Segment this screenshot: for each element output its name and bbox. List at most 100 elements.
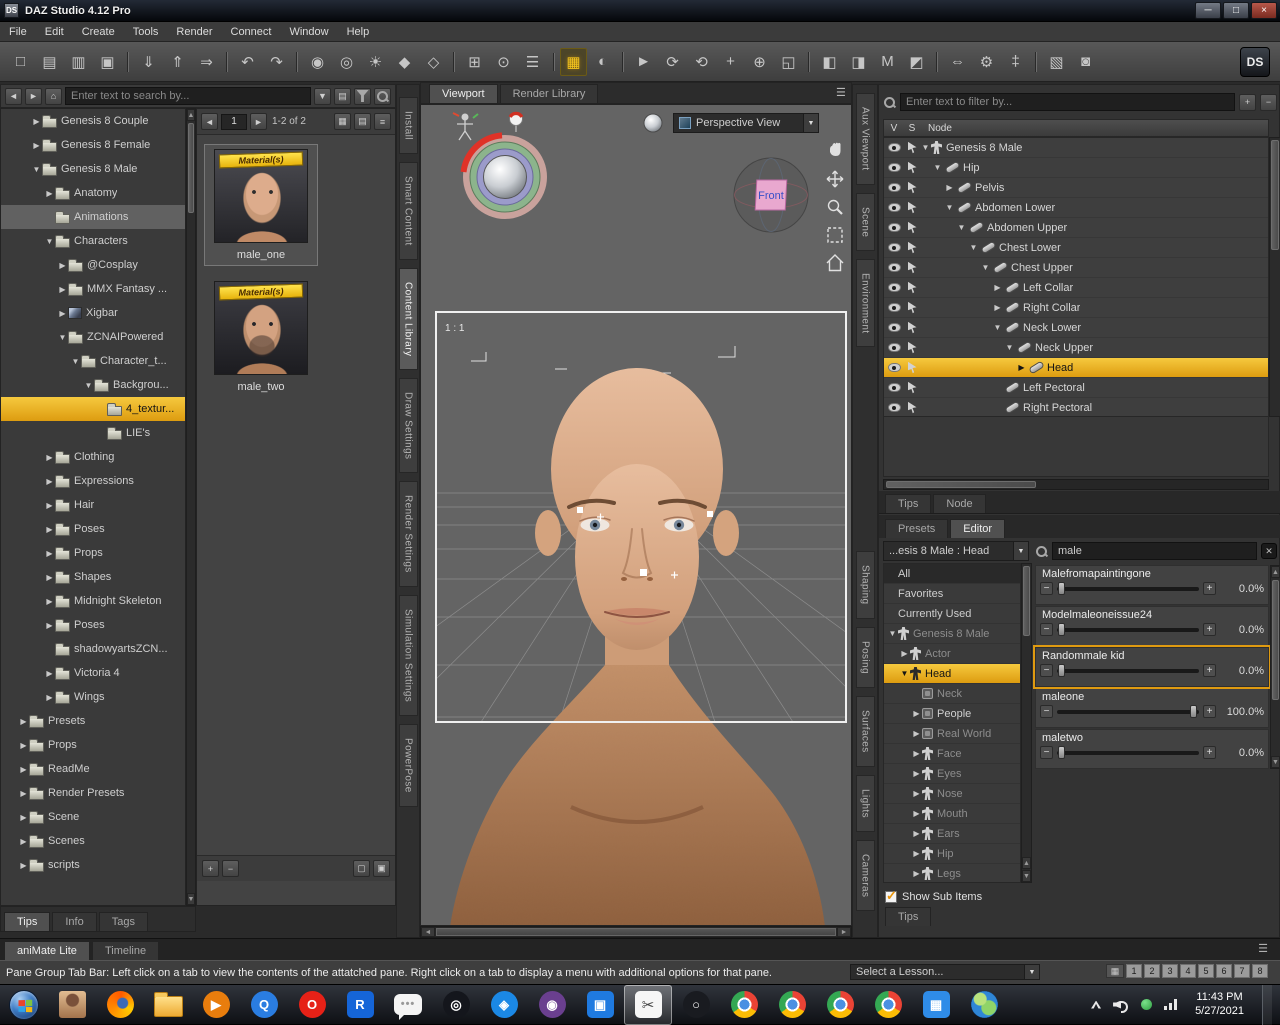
content-tree-item[interactable]: Props [1, 541, 185, 565]
parameter-search-input[interactable] [1052, 542, 1257, 560]
content-tree-item[interactable]: MMX Fantasy ... [1, 277, 185, 301]
taskbar-folder[interactable] [144, 985, 192, 1025]
large-view-icon[interactable]: ▤ [354, 113, 371, 130]
expand-arrow[interactable] [18, 861, 29, 870]
expand-arrow[interactable] [911, 709, 922, 718]
chevron-down-icon[interactable] [803, 114, 818, 132]
visibility-eye-icon[interactable] [887, 323, 901, 332]
selection-pointer-icon[interactable] [907, 401, 917, 414]
open-recent-icon[interactable]: ▥ [65, 48, 92, 76]
content-tree-item[interactable]: Render Presets [1, 781, 185, 805]
pane-tab[interactable]: aniMate Lite [4, 941, 90, 960]
nav-back-button[interactable]: ◄ [5, 87, 22, 105]
expand-arrow[interactable] [911, 809, 922, 818]
visibility-eye-icon[interactable] [887, 223, 901, 232]
category-row[interactable]: Legs [884, 864, 1020, 882]
next-page-button[interactable]: ► [250, 113, 267, 130]
weight-map-icon[interactable]: ◨ [845, 48, 872, 76]
tray-expand-icon[interactable] [1091, 1000, 1102, 1009]
close-button[interactable]: × [1251, 2, 1277, 19]
pager-number[interactable]: 4 [1180, 964, 1196, 978]
scene-node-row[interactable]: Right Collar [884, 298, 1268, 318]
open-file-icon[interactable]: ▤ [36, 48, 63, 76]
taskbar-chrome-4[interactable] [864, 985, 912, 1025]
category-row[interactable]: Currently Used [884, 604, 1020, 624]
content-tree-item[interactable]: Props [1, 733, 185, 757]
content-search-input[interactable] [65, 87, 311, 105]
expand-arrow[interactable] [18, 717, 29, 726]
collapse-all-button[interactable]: − [1260, 93, 1277, 111]
expand-arrow[interactable] [932, 163, 943, 172]
remove-asset-button[interactable]: − [222, 860, 239, 877]
content-tree-item[interactable]: ZCNAIPowered [1, 325, 185, 349]
expand-arrow[interactable] [44, 549, 55, 558]
nav-forward-button[interactable]: ► [25, 87, 42, 105]
expand-arrow[interactable] [911, 749, 922, 758]
category-row[interactable]: Head [884, 664, 1020, 684]
scene-node-row[interactable]: Neck Lower [884, 318, 1268, 338]
up-directory-button[interactable]: ⌂ [45, 87, 62, 105]
menu-item[interactable]: Edit [36, 23, 73, 41]
expand-arrow[interactable] [70, 357, 81, 366]
visibility-eye-icon[interactable] [887, 343, 901, 352]
taskbar-tor[interactable]: ◉ [528, 985, 576, 1025]
tray-utility-icon[interactable] [1141, 999, 1153, 1010]
visibility-eye-icon[interactable] [887, 263, 901, 272]
scene-node-row[interactable]: Chest Lower [884, 238, 1268, 258]
scope-selector[interactable]: ...esis 8 Male : Head [883, 541, 1029, 561]
expand-arrow[interactable] [44, 189, 55, 198]
expand-arrow[interactable] [968, 243, 979, 252]
selection-pointer-icon[interactable] [907, 281, 917, 294]
expand-arrow[interactable] [980, 263, 991, 272]
pager-number[interactable]: 8 [1252, 964, 1268, 978]
expand-arrow[interactable] [911, 769, 922, 778]
taskbar-firefox[interactable] [96, 985, 144, 1025]
scene-node-row[interactable]: Hip [884, 158, 1268, 178]
expand-arrow[interactable] [44, 621, 55, 630]
category-row[interactable]: All [884, 564, 1020, 584]
scroll-up-arrow[interactable]: ▲ [187, 109, 195, 121]
expand-arrow[interactable] [18, 789, 29, 798]
scene-node-row[interactable]: Left Pectoral [884, 378, 1268, 398]
minimize-button[interactable]: ─ [1195, 2, 1221, 19]
filter-funnel-icon[interactable] [354, 87, 371, 105]
viewport-pane-menu-icon[interactable]: ☰ [836, 86, 846, 99]
content-tree-item[interactable]: Presets [1, 709, 185, 733]
expand-arrow[interactable] [18, 765, 29, 774]
pager-number[interactable]: 6 [1216, 964, 1232, 978]
aim-icon[interactable]: ⊙ [490, 48, 517, 76]
texture-atlas-icon[interactable]: ▦ [553, 47, 587, 76]
selection-pointer-icon[interactable] [907, 321, 917, 334]
tab-lights[interactable]: Lights [855, 774, 875, 832]
slider-increment-button[interactable] [1203, 705, 1216, 718]
selection-pointer-icon[interactable] [907, 221, 917, 234]
viewport[interactable]: Front 1: 1 Perspective View ▼ [420, 104, 852, 926]
view-options-icon[interactable]: ▤ [334, 87, 351, 105]
frame-icon[interactable]: ⊞ [453, 48, 488, 76]
clock[interactable]: 11:43 PM 5/27/2021 [1189, 991, 1250, 1019]
universal-tool-icon[interactable]: ⊕ [746, 48, 773, 76]
pane-tab[interactable]: Node [933, 494, 986, 513]
category-row[interactable]: Real World [884, 724, 1020, 744]
scene-node-row[interactable]: Genesis 8 Male [884, 138, 1268, 158]
content-tree-item[interactable]: Genesis 8 Male [1, 157, 185, 181]
color-wheel[interactable] [460, 132, 547, 219]
twist-tool-icon[interactable]: ⟲ [688, 48, 715, 76]
tab-install[interactable]: Install [398, 97, 418, 154]
scene-node-row[interactable]: Right Pectoral [884, 398, 1268, 416]
scroll-left-arrow[interactable]: ◄ [421, 927, 435, 937]
create-spotlight-icon[interactable]: ◎ [333, 48, 360, 76]
visibility-eye-icon[interactable] [887, 163, 901, 172]
selection-pointer-icon[interactable] [907, 161, 917, 174]
content-tree-item[interactable]: Expressions [1, 469, 185, 493]
menu-item[interactable]: Render [167, 23, 221, 41]
content-tree-item[interactable]: Animations [1, 205, 185, 229]
category-row[interactable]: Eyes [884, 764, 1020, 784]
expand-arrow[interactable] [956, 223, 967, 232]
tab-content-library[interactable]: Content Library [398, 267, 418, 370]
content-tree-item[interactable]: scripts [1, 853, 185, 877]
scene-horizontal-scrollbar[interactable] [883, 479, 1269, 490]
tab-render-settings[interactable]: Render Settings [398, 481, 418, 588]
lesson-selector[interactable]: Select a Lesson... [850, 964, 1040, 980]
viewport-3d-scene[interactable]: Front 1: 1 [421, 105, 852, 926]
